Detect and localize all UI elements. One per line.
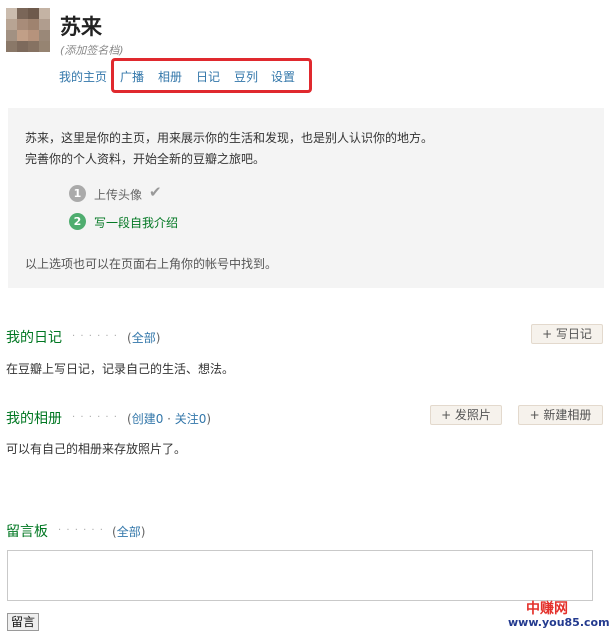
watermark-logo-text: 中赚网	[526, 601, 568, 617]
submit-message-button[interactable]: 留言	[7, 613, 39, 631]
avatar-pixel	[17, 8, 28, 19]
upload-photo-button[interactable]: + 发照片	[430, 405, 502, 425]
avatar-pixel	[6, 30, 17, 41]
step-write-intro-link[interactable]: 写一段自我介绍	[94, 214, 178, 231]
message-input[interactable]	[7, 550, 593, 601]
avatar-pixel	[6, 41, 17, 52]
board-all-link[interactable]: 全部	[117, 525, 141, 539]
album-paren-close: )	[206, 412, 212, 426]
avatar-pixel	[39, 19, 50, 30]
step-1-badge: 1	[69, 185, 86, 202]
avatar-pixel	[6, 19, 17, 30]
album-follow-link[interactable]: 关注0	[175, 412, 207, 426]
nav-my-homepage[interactable]: 我的主页	[59, 68, 107, 85]
avatar-pixel	[17, 41, 28, 52]
avatar[interactable]	[6, 8, 50, 52]
avatar-pixel	[6, 8, 17, 19]
intro-text-line2: 完善你的个人资料，开始全新的豆瓣之旅吧。	[25, 152, 266, 166]
intro-text-line1: 苏来，这里是你的主页，用来展示你的生活和发现，也是别人认识你的地方。	[25, 131, 434, 145]
message-board-title: 留言板	[6, 524, 48, 540]
album-link-separator: ·	[163, 412, 175, 426]
intro-hint: 以上选项也可以在页面右上角你的帐号中找到。	[25, 257, 278, 271]
step-upload-avatar[interactable]: 上传头像	[94, 186, 142, 203]
diary-description: 在豆瓣上写日记，记录自己的生活、想法。	[6, 362, 235, 376]
album-description: 可以有自己的相册来存放照片了。	[6, 442, 187, 456]
diary-all-link[interactable]: 全部	[132, 331, 156, 345]
avatar-pixel	[28, 30, 39, 41]
diary-dots: · · · · · ·	[72, 331, 118, 342]
album-dots: · · · · · ·	[72, 412, 118, 423]
avatar-pixel	[17, 30, 28, 41]
signature-link[interactable]: (添加签名档)	[60, 42, 124, 58]
user-name: 苏来	[60, 15, 102, 39]
step-2-badge: 2	[69, 213, 86, 230]
avatar-pixel	[28, 8, 39, 19]
intro-panel: 苏来，这里是你的主页，用来展示你的生活和发现，也是别人认识你的地方。 完善你的个…	[8, 108, 604, 288]
avatar-pixel	[28, 19, 39, 30]
avatar-pixel	[17, 19, 28, 30]
avatar-pixel	[39, 8, 50, 19]
album-created-link[interactable]: 创建0	[132, 412, 164, 426]
write-diary-button[interactable]: + 写日记	[531, 324, 603, 344]
avatar-pixel	[28, 41, 39, 52]
check-icon: ✔	[149, 183, 162, 201]
watermark-url: www.you85.com	[508, 616, 610, 629]
diary-section-title: 我的日记	[6, 330, 62, 346]
album-section-title: 我的相册	[6, 411, 62, 427]
board-paren-close: )	[140, 525, 146, 539]
nav-highlight-box	[111, 58, 312, 93]
diary-paren-close: )	[155, 331, 161, 345]
avatar-pixel	[39, 41, 50, 52]
avatar-pixel	[39, 30, 50, 41]
new-album-button[interactable]: + 新建相册	[518, 405, 603, 425]
board-dots: · · · · · ·	[58, 525, 104, 536]
